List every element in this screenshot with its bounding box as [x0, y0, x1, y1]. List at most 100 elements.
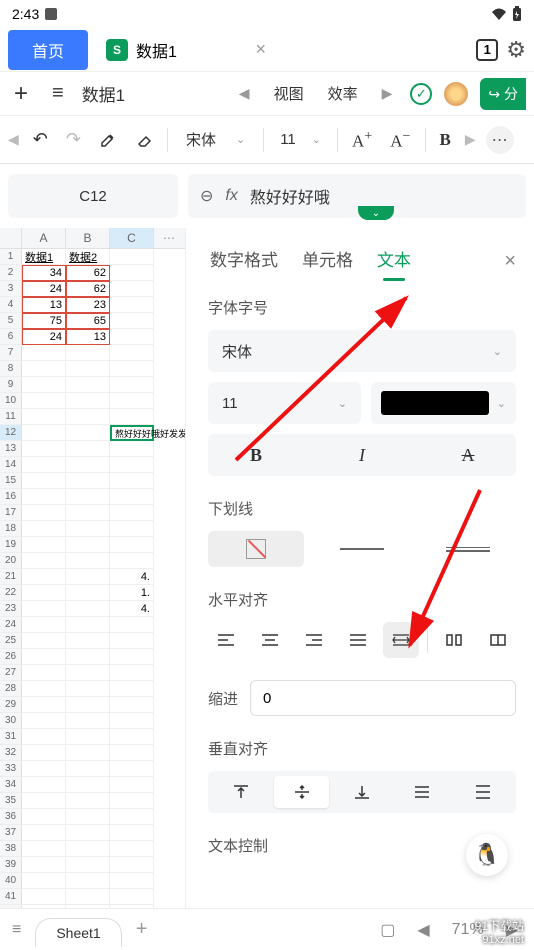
tab-text[interactable]: 文本	[375, 242, 413, 281]
row-header-28[interactable]: 28	[0, 681, 22, 697]
indent-increase[interactable]	[480, 622, 516, 658]
valign-distributed[interactable]	[456, 776, 510, 808]
cell-B4[interactable]: 23	[66, 297, 110, 313]
cell-A11[interactable]	[22, 409, 66, 425]
paint-icon[interactable]	[95, 131, 121, 149]
cell-C15[interactable]	[110, 473, 154, 489]
cell-A24[interactable]	[22, 617, 66, 633]
cell-C27[interactable]	[110, 665, 154, 681]
cell-C10[interactable]	[110, 393, 154, 409]
tab-count[interactable]: 1	[476, 39, 498, 61]
cell-A39[interactable]	[22, 857, 66, 873]
cell-B24[interactable]	[66, 617, 110, 633]
cell-A1[interactable]: 数据1	[22, 249, 66, 265]
cell-B8[interactable]	[66, 361, 110, 377]
align-right[interactable]	[296, 622, 332, 658]
col-header-C[interactable]: C	[110, 228, 154, 248]
row-header-9[interactable]: 9	[0, 377, 22, 393]
cell-C38[interactable]	[110, 841, 154, 857]
row-header-37[interactable]: 37	[0, 825, 22, 841]
cell-A28[interactable]	[22, 681, 66, 697]
valign-middle[interactable]	[274, 776, 328, 808]
cell-C21[interactable]: 4.	[110, 569, 154, 585]
cell-C29[interactable]	[110, 697, 154, 713]
row-header-20[interactable]: 20	[0, 553, 22, 569]
cell-A32[interactable]	[22, 745, 66, 761]
row-header-25[interactable]: 25	[0, 633, 22, 649]
cell-C26[interactable]	[110, 649, 154, 665]
cell-B10[interactable]	[66, 393, 110, 409]
footer-prev-icon[interactable]: ◀	[413, 920, 433, 940]
cell-C12[interactable]: 熬好好好哦好发发	[110, 425, 154, 441]
cell-A40[interactable]	[22, 873, 66, 889]
cell-B9[interactable]	[66, 377, 110, 393]
footer-icon-1[interactable]: ▢	[376, 920, 399, 940]
row-header-30[interactable]: 30	[0, 713, 22, 729]
row-header-26[interactable]: 26	[0, 649, 22, 665]
cell-B30[interactable]	[66, 713, 110, 729]
cell-A21[interactable]	[22, 569, 66, 585]
valign-top[interactable]	[214, 776, 268, 808]
cell-B29[interactable]	[66, 697, 110, 713]
panel-close-icon[interactable]: ×	[504, 250, 516, 273]
cell-A17[interactable]	[22, 505, 66, 521]
cell-C6[interactable]	[110, 329, 154, 345]
cell-C8[interactable]	[110, 361, 154, 377]
cell-B38[interactable]	[66, 841, 110, 857]
zoom-out-icon[interactable]: ⊖	[200, 186, 213, 206]
cell-A34[interactable]	[22, 777, 66, 793]
cell-C28[interactable]	[110, 681, 154, 697]
undo-icon[interactable]: ↶	[29, 129, 52, 150]
cell-A10[interactable]	[22, 393, 66, 409]
cell-C19[interactable]	[110, 537, 154, 553]
row-header-3[interactable]: 3	[0, 281, 22, 297]
cell-A14[interactable]	[22, 457, 66, 473]
row-header-31[interactable]: 31	[0, 729, 22, 745]
cell-C34[interactable]	[110, 777, 154, 793]
decrease-font-icon[interactable]: A−	[386, 128, 414, 152]
cell-A13[interactable]	[22, 441, 66, 457]
cell-A19[interactable]	[22, 537, 66, 553]
cell-C30[interactable]	[110, 713, 154, 729]
add-sheet-icon[interactable]: +	[136, 918, 148, 941]
cell-C32[interactable]	[110, 745, 154, 761]
cell-B37[interactable]	[66, 825, 110, 841]
underline-single[interactable]	[314, 531, 410, 567]
cell-reference[interactable]: C12	[8, 174, 178, 218]
font-color-picker[interactable]: ⌄	[371, 382, 516, 424]
add-button[interactable]: +	[8, 80, 34, 108]
cell-B25[interactable]	[66, 633, 110, 649]
cell-B7[interactable]	[66, 345, 110, 361]
cell-A25[interactable]	[22, 633, 66, 649]
formula-bar[interactable]: ⊖ fx 熬好好好哦	[188, 174, 526, 218]
settings-icon[interactable]: ⚙	[506, 37, 526, 63]
cell-B31[interactable]	[66, 729, 110, 745]
cell-C24[interactable]	[110, 617, 154, 633]
cell-C37[interactable]	[110, 825, 154, 841]
tab-number-format[interactable]: 数字格式	[208, 242, 280, 281]
cell-B14[interactable]	[66, 457, 110, 473]
cell-A27[interactable]	[22, 665, 66, 681]
cell-A37[interactable]	[22, 825, 66, 841]
row-header-14[interactable]: 14	[0, 457, 22, 473]
cell-A35[interactable]	[22, 793, 66, 809]
cell-B11[interactable]	[66, 409, 110, 425]
cell-A12[interactable]	[22, 425, 66, 441]
cell-B41[interactable]	[66, 889, 110, 905]
row-header-19[interactable]: 19	[0, 537, 22, 553]
cell-B5[interactable]: 65	[66, 313, 110, 329]
underline-double[interactable]	[420, 531, 516, 567]
cell-A2[interactable]: 34	[22, 265, 66, 281]
cell-C16[interactable]	[110, 489, 154, 505]
row-header-27[interactable]: 27	[0, 665, 22, 681]
cell-B21[interactable]	[66, 569, 110, 585]
cell-B34[interactable]	[66, 777, 110, 793]
row-header-16[interactable]: 16	[0, 489, 22, 505]
assistant-avatar[interactable]: 🐧	[466, 834, 508, 876]
increase-font-icon[interactable]: A+	[348, 128, 376, 152]
view-menu[interactable]: 视图	[268, 83, 310, 104]
font-family-dropdown[interactable]: 宋体⌄	[208, 330, 516, 372]
row-header-41[interactable]: 41	[0, 889, 22, 905]
cell-B17[interactable]	[66, 505, 110, 521]
fx-icon[interactable]: fx	[225, 187, 237, 205]
